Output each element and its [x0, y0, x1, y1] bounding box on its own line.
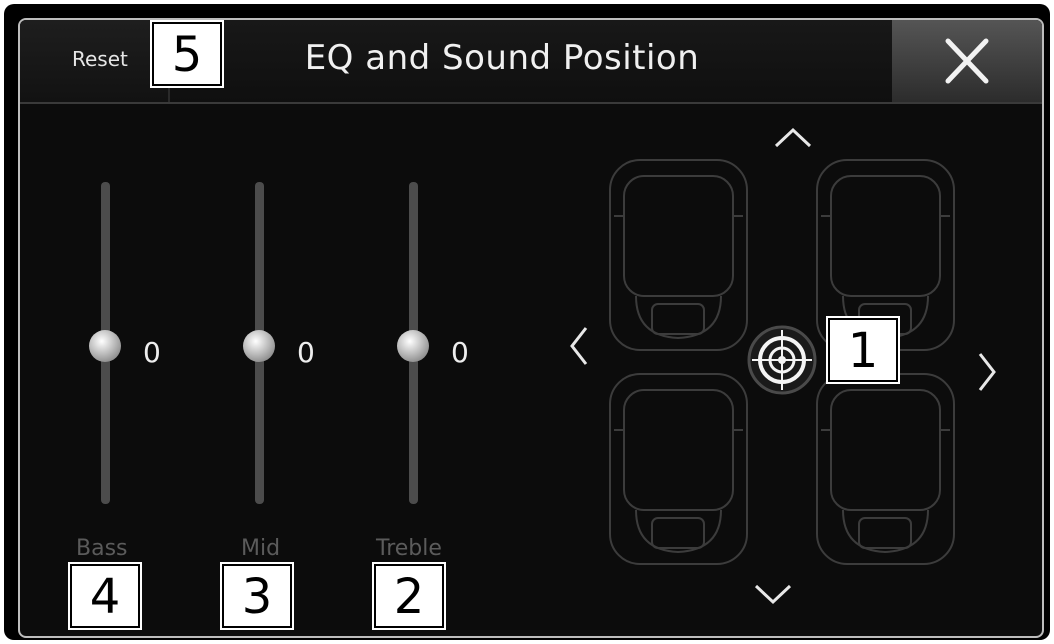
mid-value: 0	[297, 336, 315, 369]
close-button[interactable]	[892, 20, 1042, 102]
close-icon	[945, 38, 989, 84]
chevron-down-icon[interactable]	[752, 582, 794, 608]
seat-icon[interactable]	[606, 370, 751, 568]
callout-4: 4	[68, 562, 142, 630]
mid-slider-knob[interactable]	[243, 330, 275, 362]
bass-slider-knob[interactable]	[89, 330, 121, 362]
seat-icon[interactable]	[606, 156, 751, 354]
chevron-left-icon[interactable]	[566, 324, 592, 368]
chevron-up-icon[interactable]	[772, 124, 814, 150]
page-title: EQ and Sound Position	[304, 38, 700, 78]
callout-3: 3	[220, 562, 294, 630]
seat-icon[interactable]	[813, 370, 958, 568]
mid-label: Mid	[241, 536, 281, 561]
callout-1: 1	[826, 316, 900, 384]
callout-2: 2	[372, 562, 446, 630]
bass-label: Bass	[76, 536, 128, 561]
reset-button[interactable]: Reset	[20, 20, 170, 102]
treble-slider-knob[interactable]	[397, 330, 429, 362]
target-crosshair-icon[interactable]	[746, 324, 818, 396]
treble-value: 0	[451, 336, 469, 369]
chevron-right-icon[interactable]	[974, 350, 1000, 394]
bass-value: 0	[143, 336, 161, 369]
reset-label: Reset	[72, 47, 128, 71]
treble-label: Treble	[376, 536, 442, 561]
callout-5: 5	[150, 20, 224, 88]
